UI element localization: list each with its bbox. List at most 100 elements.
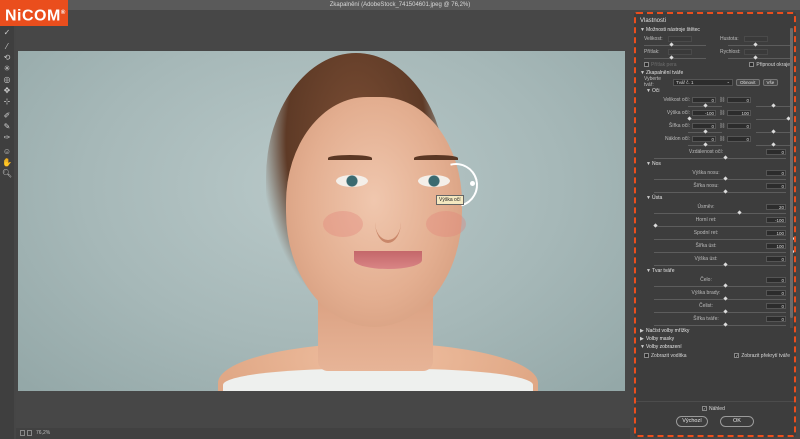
eye-handle-dot[interactable] <box>470 181 475 186</box>
upper-lip-field[interactable]: -100 <box>766 216 786 223</box>
panel-scrollbar[interactable] <box>790 28 793 328</box>
face-width-field[interactable]: 0 <box>766 315 786 322</box>
ok-button[interactable]: OK <box>720 416 754 427</box>
nose-height-field[interactable]: 0 <box>766 169 786 176</box>
show-guides-option[interactable]: Zobrazit vodítka <box>644 353 687 359</box>
load-mesh-header[interactable]: ▶ Načíst volby mřížky <box>640 327 790 335</box>
slider-knob[interactable] <box>737 210 742 215</box>
eye-tilt-right-field[interactable]: 0 <box>727 135 751 142</box>
zoom-in-button[interactable] <box>27 430 32 436</box>
slider-knob[interactable] <box>771 142 776 147</box>
eye-size-left-slider[interactable] <box>688 103 722 108</box>
slider-knob[interactable] <box>771 103 776 108</box>
preview-checkbox[interactable]: ✓ <box>702 406 707 412</box>
zoom-tool-icon[interactable]: 🔍︎ <box>2 169 13 179</box>
eye-size-right-slider[interactable] <box>756 103 790 108</box>
reset-button[interactable]: Výchozí <box>676 416 708 427</box>
slider-knob[interactable] <box>703 103 708 108</box>
eye-width-left-field[interactable]: 0 <box>692 122 716 129</box>
slider-knob[interactable] <box>723 296 728 301</box>
slider-knob[interactable] <box>723 189 728 194</box>
hand-tool-icon[interactable]: ✋ <box>2 158 13 168</box>
chin-height-field[interactable]: 0 <box>766 289 786 296</box>
link-icon[interactable]: ⛓ <box>719 110 725 116</box>
slider-knob[interactable] <box>771 129 776 134</box>
image-canvas[interactable]: Výška očí <box>16 10 630 429</box>
bloat-tool-icon[interactable]: ⊹ <box>2 97 13 107</box>
twirl-tool-icon[interactable]: ◎ <box>2 75 13 85</box>
nose-width-slider[interactable] <box>654 189 786 194</box>
eye-height-right-field[interactable]: 100 <box>727 109 751 116</box>
reset-face-button[interactable]: Obnovit <box>736 78 760 86</box>
smile-slider[interactable] <box>654 210 786 215</box>
link-icon[interactable]: ⛓ <box>719 97 725 103</box>
slider-knob[interactable] <box>687 116 692 121</box>
brush-tool-icon[interactable]: ⁄ <box>2 42 13 52</box>
eye-height-right-slider[interactable] <box>756 116 791 121</box>
eye-size-right-field[interactable]: 0 <box>727 96 751 103</box>
eye-width-left-slider[interactable] <box>688 129 722 134</box>
nose-width-field[interactable]: 0 <box>766 182 786 189</box>
jawline-field[interactable]: 0 <box>766 302 786 309</box>
eye-distance-field[interactable]: 0 <box>766 148 786 155</box>
eye-tilt-left-field[interactable]: 0 <box>692 135 716 142</box>
face-tool-icon[interactable]: ☺ <box>2 147 13 157</box>
eye-height-left-field[interactable]: -100 <box>692 109 716 116</box>
chin-height-slider[interactable] <box>654 296 786 301</box>
link-icon[interactable]: ⛓ <box>719 136 725 142</box>
mouth-height-field[interactable]: 0 <box>766 255 786 262</box>
portrait-photo[interactable]: Výška očí <box>18 51 625 391</box>
all-faces-button[interactable]: Vše <box>762 78 779 86</box>
slider-knob[interactable] <box>703 129 708 134</box>
pucker-tool-icon[interactable]: ✥ <box>2 86 13 96</box>
pin-edges-option[interactable]: Připnout okraje <box>749 62 790 68</box>
reconstruct-tool-icon[interactable]: ⟲ <box>2 53 13 63</box>
mouth-header[interactable]: ▼Ústa <box>640 194 790 202</box>
forward-warp-tool-icon[interactable]: ✓ <box>2 28 13 38</box>
eye-tilt-left-slider[interactable] <box>688 142 722 147</box>
push-left-tool-icon[interactable]: ✐ <box>2 111 13 121</box>
slider-knob[interactable] <box>723 155 728 160</box>
slider-knob[interactable] <box>703 142 708 147</box>
mouth-width-field[interactable]: 100 <box>766 242 786 249</box>
nose-height-slider[interactable] <box>654 176 786 181</box>
link-icon[interactable]: ⛓ <box>719 123 725 129</box>
preview-option[interactable]: ✓ Náhled <box>702 406 725 412</box>
smooth-tool-icon[interactable]: ✳ <box>2 64 13 74</box>
zoom-out-button[interactable] <box>20 430 25 436</box>
eye-tilt-right-slider[interactable] <box>756 142 790 147</box>
lower-lip-slider[interactable] <box>654 236 794 241</box>
eye-distance-slider[interactable] <box>654 155 786 160</box>
slider-knob[interactable] <box>723 322 728 327</box>
brush-options-header[interactable]: ▼Možnosti nástroje štětec <box>640 26 790 34</box>
show-guides-checkbox[interactable] <box>644 352 649 358</box>
forehead-slider[interactable] <box>654 283 786 288</box>
slider-knob[interactable] <box>723 309 728 314</box>
eye-width-right-field[interactable]: 0 <box>727 122 751 129</box>
thaw-mask-tool-icon[interactable]: ✑ <box>2 133 13 143</box>
show-face-overlay-option[interactable]: ✓ Zobrazit překrytí tváře <box>734 353 790 359</box>
pin-edges-checkbox[interactable] <box>749 61 755 67</box>
mask-options-header[interactable]: ▶ Volby masky <box>640 335 790 343</box>
face-width-slider[interactable] <box>654 322 786 327</box>
jawline-slider[interactable] <box>654 309 786 314</box>
forehead-field[interactable]: 0 <box>766 276 786 283</box>
nose-header[interactable]: ▼Nos <box>640 160 790 168</box>
eye-size-left-field[interactable]: 0 <box>692 96 716 103</box>
eye-width-right-slider[interactable] <box>756 129 790 134</box>
face-shape-header[interactable]: ▼Tvar tváře <box>640 267 790 275</box>
slider-knob[interactable] <box>723 283 728 288</box>
slider-knob[interactable] <box>723 262 728 267</box>
freeze-mask-tool-icon[interactable]: ✎ <box>2 122 13 132</box>
show-face-overlay-checkbox[interactable]: ✓ <box>734 352 740 358</box>
zoom-level[interactable]: 76,2% <box>36 428 50 439</box>
slider-knob[interactable] <box>723 176 728 181</box>
upper-lip-slider[interactable] <box>653 223 786 228</box>
slider-knob[interactable] <box>653 223 658 228</box>
eyes-header[interactable]: ▼Oči <box>640 87 790 95</box>
view-options-header[interactable]: ▼Volby zobrazení <box>640 343 790 351</box>
eye-height-left-slider[interactable] <box>687 116 722 121</box>
smile-field[interactable]: 20 <box>766 203 786 210</box>
lower-lip-field[interactable]: 100 <box>766 229 786 236</box>
mouth-height-slider[interactable] <box>654 262 786 267</box>
